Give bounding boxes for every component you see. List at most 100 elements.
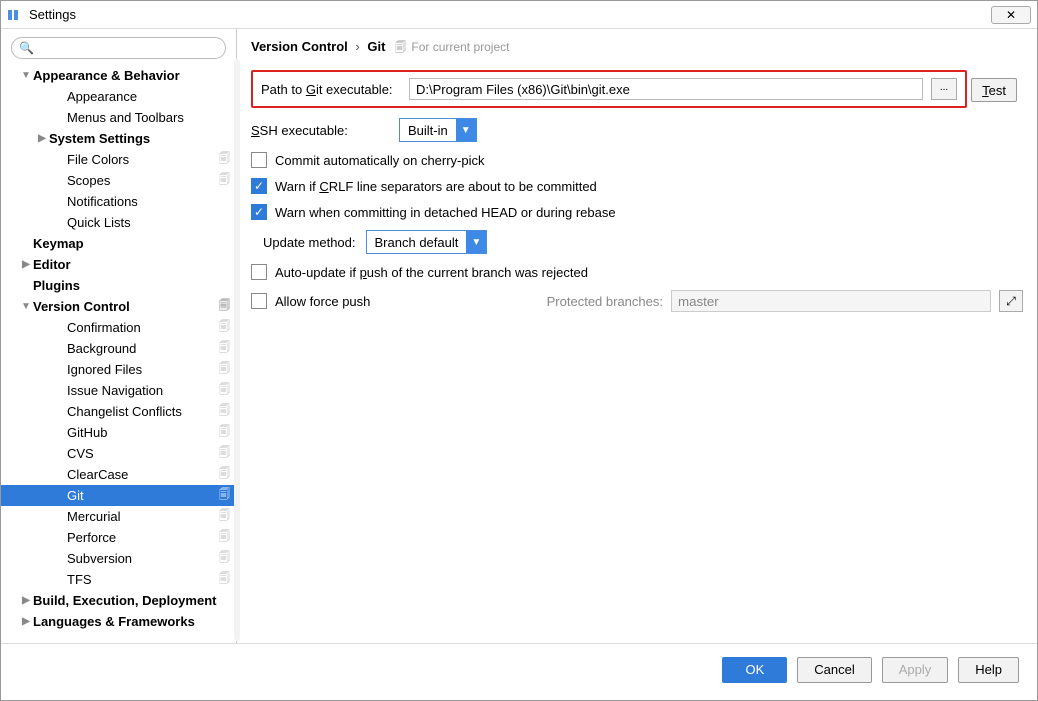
tree-arrow-icon — [19, 595, 33, 606]
tree-item-git[interactable]: Git🗐 — [1, 485, 236, 506]
tree-item-changelist-conflicts[interactable]: Changelist Conflicts🗐 — [1, 401, 236, 422]
breadcrumb-part-2: Git — [367, 39, 385, 54]
tree-item-background[interactable]: Background🗐 — [1, 338, 236, 359]
tree-item-notifications[interactable]: Notifications — [1, 191, 236, 212]
tree-item-label: CVS — [67, 446, 94, 461]
update-method-row: Update method: Branch default ▼ — [251, 230, 1023, 254]
tree-item-label: Menus and Toolbars — [67, 110, 184, 125]
protected-branches-label: Protected branches: — [547, 294, 663, 309]
tree-item-tfs[interactable]: TFS🗐 — [1, 569, 236, 590]
force-push-checkbox[interactable] — [251, 293, 267, 309]
tree-item-label: Quick Lists — [67, 215, 131, 230]
tree-item-label: Notifications — [67, 194, 138, 209]
tree-item-issue-navigation[interactable]: Issue Navigation 🗐 — [1, 380, 236, 401]
detached-row: ✓ Warn when committing in detached HEAD … — [251, 204, 1023, 220]
project-scope-icon: 🗐 — [219, 528, 230, 547]
tree-item-label: Ignored Files — [67, 362, 142, 377]
breadcrumb-part-1: Version Control — [251, 39, 348, 54]
update-method-label: Update method: — [263, 235, 356, 250]
tree-item-label: Subversion — [67, 551, 132, 566]
tree-item-scopes[interactable]: Scopes🗐 — [1, 170, 236, 191]
tree-item-clearcase[interactable]: ClearCase🗐 — [1, 464, 236, 485]
tree-item-editor[interactable]: Editor — [1, 254, 236, 275]
project-scope-icon: 🗐 — [219, 444, 230, 463]
tree-item-appearance-behavior[interactable]: Appearance & Behavior — [1, 65, 236, 86]
tree-item-label: Git — [67, 488, 84, 503]
tree-item-version-control[interactable]: Version Control 🗐 — [1, 296, 236, 317]
tree-arrow-icon — [19, 259, 33, 270]
tree-item-label: Languages & Frameworks — [33, 614, 195, 629]
tree-item-keymap[interactable]: Keymap — [1, 233, 236, 254]
tree-item-menus-and-toolbars[interactable]: Menus and Toolbars — [1, 107, 236, 128]
tree-arrow-icon — [35, 133, 49, 144]
search-icon: 🔍 — [19, 41, 34, 55]
ssh-row: SSH executable: Built-in ▼ — [251, 118, 1023, 142]
tree-item-github[interactable]: GitHub🗐 — [1, 422, 236, 443]
cherry-pick-checkbox[interactable] — [251, 152, 267, 168]
tree-item-label: Confirmation — [67, 320, 141, 335]
tree-arrow-icon — [19, 616, 33, 627]
project-scope-icon: 🗐 — [219, 570, 230, 589]
tree-item-mercurial[interactable]: Mercurial 🗐 — [1, 506, 236, 527]
tree-item-ignored-files[interactable]: Ignored Files🗐 — [1, 359, 236, 380]
force-push-label: Allow force push — [275, 294, 370, 309]
detached-label: Warn when committing in detached HEAD or… — [275, 205, 616, 220]
tree-item-label: Issue Navigation — [67, 383, 163, 398]
content-area: 🔍 Appearance & BehaviorAppearance Menus a… — [1, 29, 1037, 643]
tree-item-plugins[interactable]: Plugins — [1, 275, 236, 296]
project-scope-icon: 🗐 — [219, 381, 230, 400]
apply-button[interactable]: Apply — [882, 657, 949, 683]
tree-item-label: Mercurial — [67, 509, 120, 524]
breadcrumb: Version Control › Git 🗐 For current proj… — [251, 39, 1023, 58]
tree-item-appearance[interactable]: Appearance — [1, 86, 236, 107]
tree-item-build-execution-deployment[interactable]: Build, Execution, Deployment — [1, 590, 236, 611]
tree-item-languages-frameworks[interactable]: Languages & Frameworks — [1, 611, 236, 632]
ok-button[interactable]: OK — [722, 657, 787, 683]
detached-checkbox[interactable]: ✓ — [251, 204, 267, 220]
crlf-row: ✓ Warn if CRLF line separators are about… — [251, 178, 1023, 194]
project-scope-icon: 🗐 — [219, 507, 230, 526]
protected-branches-expand-button[interactable]: ⤢ — [999, 290, 1023, 312]
expand-icon: ⤢ — [1006, 294, 1016, 309]
tree-item-system-settings[interactable]: System Settings — [1, 128, 236, 149]
tree-item-quick-lists[interactable]: Quick Lists — [1, 212, 236, 233]
tree-item-file-colors[interactable]: File Colors🗐 — [1, 149, 236, 170]
help-button[interactable]: Help — [958, 657, 1019, 683]
project-scope-icon: 🗐 — [219, 402, 230, 421]
dropdown-arrow-icon: ▼ — [456, 119, 476, 141]
tree-item-label: ClearCase — [67, 467, 128, 482]
crlf-label: Warn if CRLF line separators are about t… — [275, 179, 597, 194]
breadcrumb-separator: › — [355, 39, 359, 54]
tree-item-label: GitHub — [67, 425, 107, 440]
tree-item-subversion[interactable]: Subversion🗐 — [1, 548, 236, 569]
cancel-button[interactable]: Cancel — [797, 657, 871, 683]
search-input[interactable] — [11, 37, 226, 59]
tree-item-label: Build, Execution, Deployment — [33, 593, 216, 608]
ssh-dropdown-value: Built-in — [400, 123, 456, 138]
force-push-row: Allow force push Protected branches: ⤢ — [251, 290, 1023, 312]
dialog-footer: OK Cancel Apply Help — [1, 643, 1037, 695]
autoupdate-checkbox[interactable] — [251, 264, 267, 280]
ssh-dropdown[interactable]: Built-in ▼ — [399, 118, 477, 142]
window-close-button[interactable]: ✕ — [991, 6, 1031, 24]
update-method-dropdown[interactable]: Branch default ▼ — [366, 230, 488, 254]
tree-item-label: Perforce — [67, 530, 116, 545]
tree-item-perforce[interactable]: Perforce 🗐 — [1, 527, 236, 548]
tree-item-label: Version Control — [33, 299, 130, 314]
settings-detail-panel: Version Control › Git 🗐 For current proj… — [237, 29, 1037, 643]
tree-item-confirmation[interactable]: Confirmation🗐 — [1, 317, 236, 338]
project-scope-icon: 🗐 — [219, 297, 230, 316]
tree-item-label: Keymap — [33, 236, 84, 251]
git-path-input[interactable] — [409, 78, 923, 100]
ssh-label: SSH executable: — [251, 123, 391, 138]
tree-item-label: System Settings — [49, 131, 150, 146]
breadcrumb-scope: 🗐 For current project — [395, 40, 509, 54]
tree-item-label: Editor — [33, 257, 71, 272]
app-logo-icon — [7, 7, 23, 23]
cherry-pick-label: Commit automatically on cherry-pick — [275, 153, 485, 168]
git-path-browse-button[interactable]: ... — [931, 78, 957, 100]
tree-item-cvs[interactable]: CVS 🗐 — [1, 443, 236, 464]
autoupdate-row: Auto-update if push of the current branc… — [251, 264, 1023, 280]
crlf-checkbox[interactable]: ✓ — [251, 178, 267, 194]
git-test-button[interactable]: Test — [971, 78, 1017, 102]
